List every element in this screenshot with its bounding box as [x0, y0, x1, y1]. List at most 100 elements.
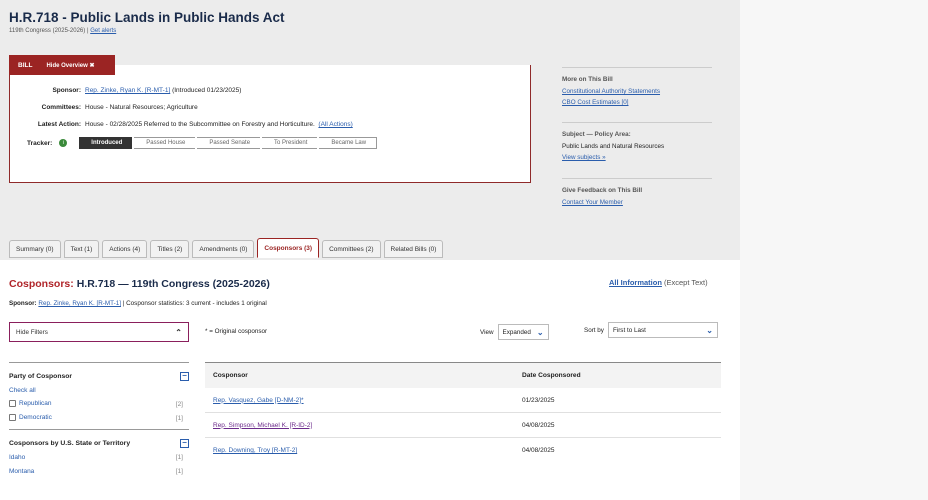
state-filter-heading: Cosponsors by U.S. State or Territory: [9, 439, 131, 447]
side-divider: [562, 67, 712, 68]
congress-label: 119th Congress (2025-2026): [9, 28, 86, 34]
tab-cosponsors[interactable]: Cosponsors (3): [257, 238, 320, 258]
subject-value: Public Lands and Natural Resources: [562, 143, 665, 150]
filter-republican[interactable]: Republican [2]: [9, 397, 189, 411]
feedback-section: Give Feedback on This Bill Contact Your …: [562, 187, 712, 206]
column-header-cosponsor: Cosponsor: [213, 372, 248, 379]
cosponsor-link[interactable]: Rep. Downing, Troy [R-MT-2]: [213, 447, 297, 454]
authority-statements-link[interactable]: Constitutional Authority Statements: [562, 88, 660, 95]
cosponsor-link[interactable]: Rep. Simpson, Michael K. [R-ID-2]: [213, 422, 312, 429]
bill-subtitle: 119th Congress (2025-2026) | Get alerts: [9, 28, 117, 34]
all-actions-link[interactable]: (All Actions): [318, 121, 352, 128]
sponsor-label: Sponsor:: [52, 87, 81, 94]
sort-control: Sort by First to Last ⌄: [584, 322, 718, 338]
cosponsors-title-bill: H.R.718 — 119th Congress (2025-2026): [76, 278, 270, 290]
tracker-step-to-president: To President: [262, 137, 318, 149]
state-filter: Cosponsors by U.S. State or Territory − …: [9, 429, 189, 478]
committees-row: Committees: House - Natural Resources; A…: [27, 104, 198, 111]
filter-count: [1]: [175, 414, 183, 422]
all-information: All Information (Except Text): [609, 278, 708, 287]
cosponsors-title-label: Cosponsors:: [9, 278, 74, 290]
tracker-step-became-law: Became Law: [319, 137, 378, 149]
tracker-row: Tracker: i Introduced Passed House Passe…: [27, 137, 379, 149]
except-text-label: (Except Text): [664, 278, 708, 287]
subject-section: Subject — Policy Area: Public Lands and …: [562, 131, 712, 161]
filter-label: Idaho: [9, 453, 26, 461]
right-margin: [740, 0, 928, 500]
chevron-up-icon: ⌃: [175, 327, 182, 337]
party-filter-heading: Party of Cosponsor: [9, 372, 73, 380]
checkbox[interactable]: [9, 400, 16, 408]
subject-heading: Subject — Policy Area:: [562, 131, 631, 138]
sort-select[interactable]: First to Last ⌄: [607, 322, 718, 338]
committees-label: Committees:: [41, 104, 81, 111]
sort-label: Sort by: [584, 326, 604, 334]
tracker-label: Tracker:: [27, 139, 53, 147]
filter-panel: Party of Cosponsor − Check all Republica…: [9, 362, 189, 478]
original-cosponsor-note: * = Original cosponsor: [205, 328, 268, 335]
latest-action-row: Latest Action: House - 02/28/2025 Referr…: [27, 121, 353, 128]
tracker-step-passed-house: Passed House: [134, 137, 196, 149]
filter-label: Republican: [19, 400, 52, 408]
cbo-estimates-link[interactable]: CBO Cost Estimates [0]: [562, 99, 629, 106]
more-on-bill: More on This Bill Constitutional Authori…: [562, 76, 712, 106]
chevron-down-icon: ⌄: [706, 325, 713, 335]
bill-tab-label: BILL: [18, 61, 33, 69]
committees-value: House - Natural Resources; Agriculture: [85, 104, 198, 111]
filter-count: [1]: [175, 453, 183, 461]
more-on-bill-heading: More on This Bill: [562, 76, 613, 83]
table-row: Rep. Downing, Troy [R-MT-2] 04/08/2025: [205, 438, 721, 463]
view-control: View Expanded ⌄: [480, 324, 549, 340]
check-all-link[interactable]: Check all: [9, 387, 36, 394]
party-filter: Party of Cosponsor − Check all Republica…: [9, 362, 189, 425]
table-row: Rep. Vasquez, Gabe [D-NM-2]* 01/23/2025: [205, 388, 721, 413]
hide-overview-button[interactable]: Hide Overview ✖: [46, 62, 94, 69]
checkbox[interactable]: [9, 414, 16, 422]
view-subjects-link[interactable]: View subjects »: [562, 154, 606, 161]
sponsor-row: Sponsor: Rep. Zinke, Ryan K. [R-MT-1] (I…: [27, 87, 241, 94]
side-divider: [562, 178, 712, 179]
hide-filters-button[interactable]: Hide Filters ⌃: [9, 322, 189, 342]
view-label: View: [480, 328, 494, 336]
cosponsor-link[interactable]: Rep. Vasquez, Gabe [D-NM-2]*: [213, 397, 304, 404]
hide-filters-label: Hide Filters: [16, 328, 48, 336]
filter-count: [1]: [175, 467, 183, 475]
view-select[interactable]: Expanded ⌄: [497, 324, 549, 340]
introduced-date: (Introduced 01/23/2025): [172, 87, 242, 94]
collapse-icon[interactable]: −: [180, 438, 189, 448]
sponsor-link[interactable]: Rep. Zinke, Ryan K. [R-MT-1]: [85, 87, 170, 94]
info-icon[interactable]: i: [59, 139, 68, 147]
tab-actions[interactable]: Actions (4): [102, 240, 148, 258]
contact-member-link[interactable]: Contact Your Member: [562, 199, 623, 206]
column-header-date: Date Cosponsored: [522, 372, 581, 379]
tab-amendments[interactable]: Amendments (0): [192, 240, 255, 258]
table-header: Cosponsor Date Cosponsored: [205, 362, 721, 388]
tab-titles[interactable]: Titles (2): [150, 240, 190, 258]
collapse-icon[interactable]: −: [180, 371, 189, 381]
table-row: Rep. Simpson, Michael K. [R-ID-2] 04/08/…: [205, 413, 721, 438]
all-information-link[interactable]: All Information: [609, 278, 662, 287]
cosponsor-statistics: | Cosponsor statistics: 3 current - incl…: [122, 300, 267, 307]
filter-idaho[interactable]: Idaho [1]: [9, 450, 189, 464]
sponsor-label: Sponsor:: [9, 300, 37, 307]
bill-tabs: Summary (0) Text (1) Actions (4) Titles …: [9, 238, 444, 258]
filter-montana[interactable]: Montana [1]: [9, 464, 189, 478]
bill-title: H.R.718 - Public Lands in Public Hands A…: [9, 10, 285, 25]
cosponsors-title: Cosponsors: H.R.718 — 119th Congress (20…: [9, 278, 270, 290]
view-select-value: Expanded: [502, 328, 531, 336]
cosponsor-date: 04/08/2025: [522, 447, 555, 454]
bill-tab: BILL Hide Overview ✖: [9, 55, 115, 75]
filter-label: Democratic: [19, 414, 52, 422]
filter-democratic[interactable]: Democratic [1]: [9, 411, 189, 425]
tab-text[interactable]: Text (1): [63, 240, 100, 258]
sponsor-link[interactable]: Rep. Zinke, Ryan K. [R-MT-1]: [38, 300, 121, 307]
sort-select-value: First to Last: [612, 326, 646, 334]
tab-summary[interactable]: Summary (0): [9, 240, 61, 258]
filter-count: [2]: [175, 400, 183, 408]
chevron-down-icon: ⌄: [536, 327, 544, 337]
cosponsor-table: Cosponsor Date Cosponsored Rep. Vasquez,…: [205, 362, 721, 463]
tab-committees[interactable]: Committees (2): [322, 240, 381, 258]
tracker: Introduced Passed House Passed Senate To…: [79, 137, 379, 149]
get-alerts-link[interactable]: Get alerts: [90, 28, 116, 34]
tab-related-bills[interactable]: Related Bills (0): [383, 240, 444, 258]
